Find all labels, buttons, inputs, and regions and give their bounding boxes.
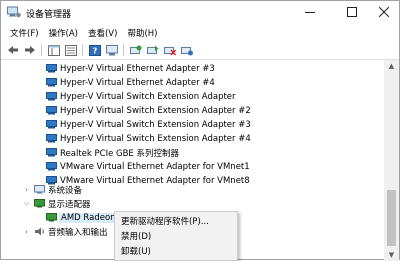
tree-item-device[interactable]: Hyper-V Virtual Switch Extension Adapter… [1, 118, 384, 131]
disable-device-icon[interactable] [162, 44, 177, 57]
scroll-up-icon[interactable]: ▲ [384, 60, 399, 72]
svg-text:?: ? [92, 46, 97, 55]
tree-item-device[interactable]: Hyper-V Virtual Switch Extension Adapter… [1, 104, 384, 117]
category-label: 系统设备 [48, 185, 83, 196]
tree-item-device[interactable]: Hyper-V Virtual Switch Extension Adapter… [1, 132, 384, 145]
back-icon[interactable] [5, 44, 20, 57]
tree-item-device[interactable]: Hyper-V Virtual Ethernet Adapter #4 [1, 76, 384, 89]
network-adapter-icon [46, 148, 57, 157]
audio-icon [35, 227, 44, 236]
tree-view-icon[interactable] [46, 44, 61, 57]
window-title: 设备管理器 [26, 10, 72, 20]
menu-action[interactable]: 操作(A) [44, 27, 83, 39]
menu-view[interactable]: 查看(V) [83, 27, 122, 39]
device-label: Hyper-V Virtual Switch Extension Adapter… [60, 133, 251, 144]
display-adapter-icon [34, 199, 45, 208]
chevron-down-icon[interactable]: ⌵ [22, 199, 31, 208]
help-icon[interactable]: ? [87, 44, 102, 57]
category-label: 音频输入和输出 [48, 227, 108, 238]
menu-file[interactable]: 文件(F) [5, 27, 44, 39]
device-manager-icon [7, 6, 21, 18]
close-button[interactable] [367, 1, 400, 23]
context-menu: 更新驱动程序软件(P)... 禁用(D) 卸载(U) [114, 211, 238, 261]
network-adapter-icon [46, 78, 57, 87]
title-bar[interactable]: 设备管理器 [1, 1, 399, 25]
maximize-button[interactable] [335, 1, 369, 23]
device-label: Hyper-V Virtual Switch Extension Adapter [60, 91, 236, 102]
minimize-button[interactable] [293, 1, 327, 23]
scroll-down-icon[interactable]: ▼ [384, 249, 399, 261]
menu-bar: 文件(F) 操作(A) 查看(V) 帮助(H) [1, 25, 399, 41]
network-adapter-icon [46, 106, 57, 115]
toolbar-separator [123, 44, 124, 56]
uninstall-device-icon[interactable] [179, 44, 194, 57]
device-label: Hyper-V Virtual Ethernet Adapter #4 [60, 77, 215, 88]
system-devices-icon [34, 185, 45, 194]
scroll-thumb[interactable] [387, 190, 396, 246]
device-label: Hyper-V Virtual Switch Extension Adapter… [60, 105, 251, 116]
device-label: Hyper-V Virtual Switch Extension Adapter… [60, 119, 251, 130]
tree-item-device[interactable]: Realtek PCIe GBE 系列控制器 [1, 146, 384, 159]
chevron-right-icon[interactable]: › [22, 227, 31, 236]
menu-item-uninstall[interactable]: 卸载(U) [115, 244, 237, 258]
network-adapter-icon [46, 134, 57, 143]
tree-item-device[interactable]: VMware Virtual Ethernet Adapter for VMne… [1, 160, 384, 173]
tree-item-device[interactable]: Hyper-V Virtual Switch Extension Adapter [1, 90, 384, 103]
device-manager-window: 设备管理器 文件(F) 操作(A) 查看(V) 帮助(H) ? Hyper-V … [0, 0, 400, 261]
properties-icon[interactable] [63, 44, 78, 57]
menu-item-disable[interactable]: 禁用(D) [115, 229, 237, 243]
network-adapter-icon [46, 64, 57, 73]
menu-help[interactable]: 帮助(H) [122, 27, 162, 39]
network-adapter-icon [46, 92, 57, 101]
scan-hardware-icon[interactable] [128, 44, 143, 57]
menu-item-update-driver[interactable]: 更新驱动程序软件(P)... [115, 214, 237, 228]
category-label: 显示适配器 [48, 199, 91, 210]
computer-icon[interactable] [104, 44, 119, 57]
toolbar-separator [82, 44, 83, 56]
network-adapter-icon [46, 120, 57, 129]
device-label: VMware Virtual Ethernet Adapter for VMne… [60, 161, 250, 172]
device-label: Realtek PCIe GBE 系列控制器 [60, 148, 180, 159]
toolbar-separator [41, 44, 42, 56]
forward-icon[interactable] [22, 44, 37, 57]
chevron-right-icon[interactable]: › [22, 185, 31, 194]
tree-category-display-adapters[interactable]: ⌵ 显示适配器 [1, 197, 384, 210]
device-label: Hyper-V Virtual Ethernet Adapter #3 [60, 63, 215, 74]
tree-category-system-devices[interactable]: › 系统设备 [1, 183, 384, 196]
tree-item-device[interactable]: Hyper-V Virtual Ethernet Adapter #3 [1, 62, 384, 75]
vertical-scrollbar[interactable]: ▲ ▼ [384, 60, 399, 261]
display-adapter-icon [46, 213, 57, 222]
update-driver-icon[interactable] [145, 44, 160, 57]
network-adapter-icon [46, 162, 57, 171]
toolbar: ? [1, 42, 399, 58]
